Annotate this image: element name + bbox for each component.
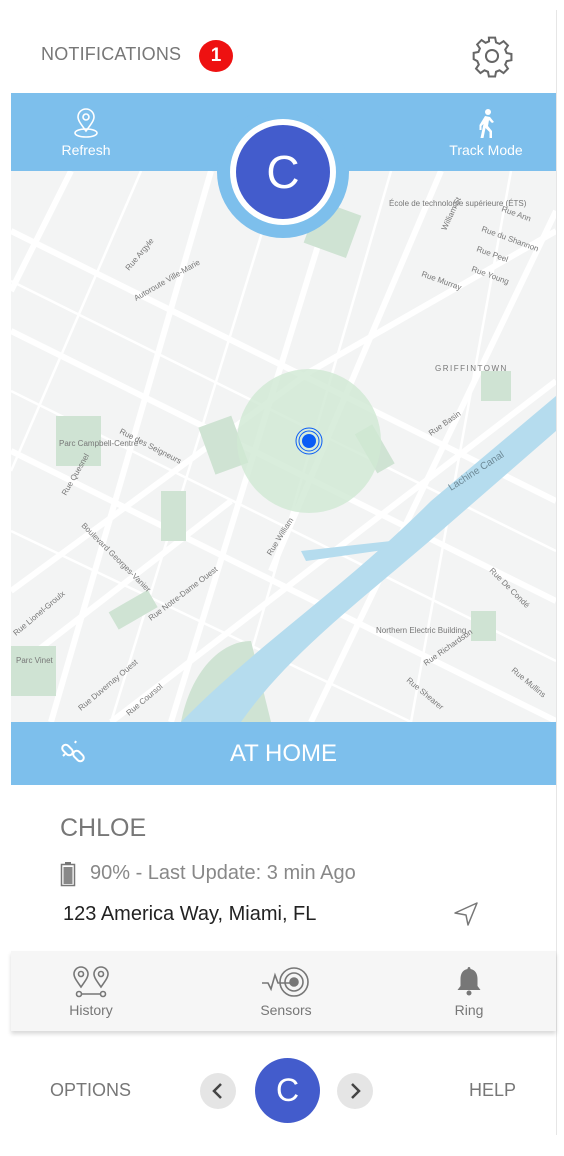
history-icon [73,966,109,998]
address: 123 America Way, Miami, FL [63,903,317,925]
battery-status: 90% - Last Update: 3 min Ago [90,862,356,884]
previous-button[interactable] [200,1073,236,1109]
location-pin-icon [74,108,98,138]
battery-icon [60,862,76,887]
sensors-icon [262,967,309,997]
map-label: GRIFFINTOWN [435,364,508,373]
person-name: CHLOE [60,814,147,842]
map-label: Rue Mullins [510,666,548,700]
navigation-arrow-icon[interactable] [452,900,480,928]
map-label: Rue Peel [475,244,509,264]
map-label: Rue Coursol [125,682,165,718]
map-view[interactable]: GRIFFINTOWN Lachine Canal Rue Basin Rue … [11,171,556,722]
tab-sensors-label: Sensors [260,1002,312,1018]
map-label: Parc Vinet [16,656,54,665]
map-label: Northern Electric Building [376,626,466,635]
tab-history-label: History [69,1002,113,1018]
help-button[interactable]: HELP [469,1080,516,1101]
map-label: Rue Murray [420,269,462,292]
map-label: Autoroute Ville-Marie [133,257,203,302]
refresh-button[interactable]: Refresh [51,107,121,158]
page-edge [556,10,557,1135]
current-person-avatar[interactable]: C [255,1058,320,1123]
options-button[interactable]: OPTIONS [50,1080,131,1101]
notification-count-badge[interactable]: 1 [199,40,233,72]
track-mode-label: Track Mode [449,142,523,158]
status-bar: AT HOME [11,722,556,785]
chevron-left-icon [212,1083,222,1099]
tab-history[interactable]: History [31,951,151,1031]
tab-ring[interactable]: Ring [409,951,529,1031]
tab-ring-label: Ring [454,1002,484,1018]
chevron-right-icon [351,1083,361,1099]
next-button[interactable] [337,1073,373,1109]
map-label: Parc Campbell-Centre [59,439,139,448]
notifications-link[interactable]: NOTIFICATIONS [41,44,181,65]
refresh-label: Refresh [61,142,111,158]
map-label: Rue Argyle [124,236,156,272]
status-text: AT HOME [229,740,338,767]
tab-sensors[interactable]: Sensors [226,951,346,1031]
action-tabs: History Sensors Ring [11,951,556,1031]
walking-person-icon [479,109,494,138]
avatar-initial[interactable]: C [236,125,330,219]
bell-icon [457,967,481,996]
map-label: Rue Lionel-Groulx [12,589,67,637]
map-label: Rue Shearer [405,676,446,712]
gear-icon[interactable] [470,34,514,78]
track-mode-button[interactable]: Track Mode [441,107,531,158]
